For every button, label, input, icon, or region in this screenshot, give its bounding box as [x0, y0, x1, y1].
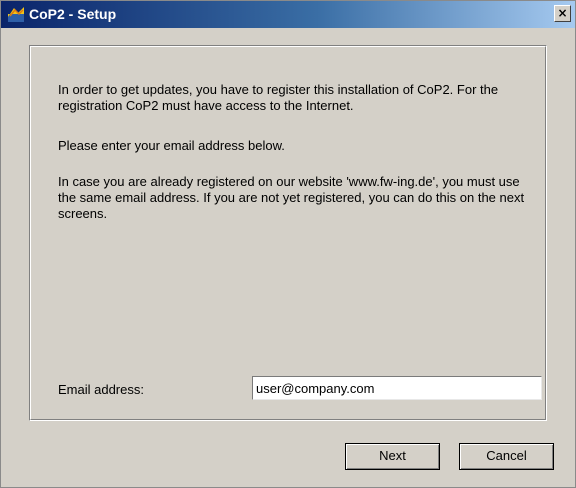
setup-dialog: CoP2 - Setup × In order to get updates, … — [0, 0, 576, 488]
close-button[interactable]: × — [554, 5, 571, 22]
intro-text: In order to get updates, you have to reg… — [58, 82, 499, 113]
next-button[interactable]: Next — [345, 443, 440, 470]
app-logo-icon — [7, 5, 25, 23]
email-field[interactable] — [252, 376, 542, 400]
close-icon: × — [557, 6, 568, 20]
window-title: CoP2 - Setup — [29, 6, 117, 22]
content-panel: In order to get updates, you have to reg… — [29, 45, 547, 421]
title-bar[interactable]: CoP2 - Setup × — [1, 1, 575, 28]
instruction-text: Please enter your email address below. — [58, 138, 285, 153]
email-label: Email address: — [58, 382, 144, 397]
registration-note-text: In case you are already registered on ou… — [58, 174, 525, 221]
cancel-button[interactable]: Cancel — [459, 443, 554, 470]
